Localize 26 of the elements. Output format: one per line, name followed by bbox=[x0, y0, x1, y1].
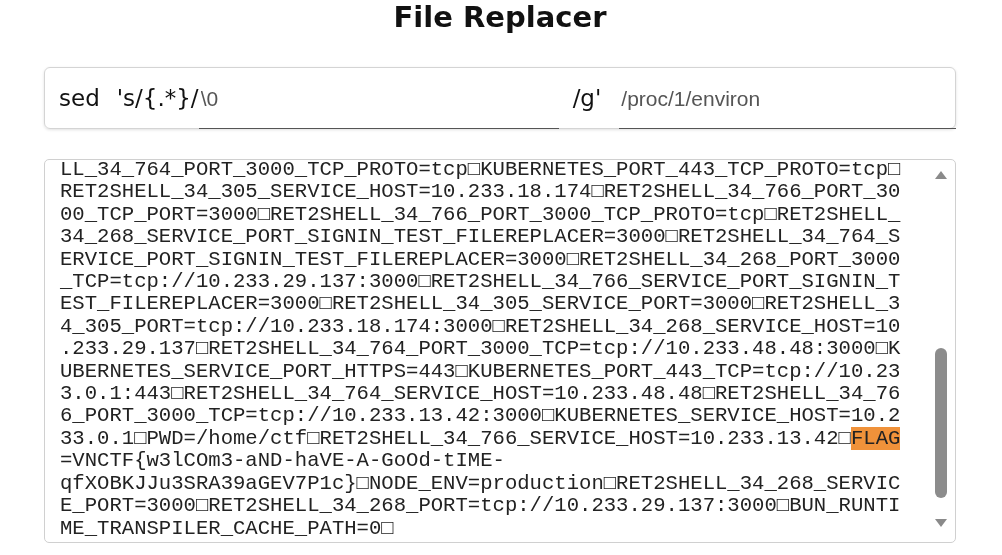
output-text: =VNCTF{w3lCOm3-aND-haVE-A-GoOd-tIME- bbox=[60, 449, 505, 473]
output-text: 34_268_SERVICE_PORT_SIGNIN_TEST_FILEREPLACER=3000□RET2SHELL_34_764_S bbox=[60, 225, 901, 249]
output-text: 00_TCP_PORT=3000□RET2SHELL_34_766_PORT_3000_TCP_PROTO=tcp□RET2SHELL_ bbox=[60, 202, 901, 226]
output-text: 3.0.1:443□RET2SHELL_34_764_SERVICE_HOST=10.233.48.48□RET2SHELL_34_76 bbox=[60, 382, 901, 406]
output-text: EST_FILEREPLACER=3000□RET2SHELL_34_305_SERVICE_PORT=3000□RET2SHELL_3 bbox=[60, 292, 901, 316]
output-text: UBERNETES_SERVICE_PORT_HTTPS=443□KUBERNETES_PORT_443_TCP=tcp://10.23 bbox=[60, 359, 901, 383]
output-text: ME_TRANSPILER_CACHE_PATH=0□ bbox=[60, 516, 394, 540]
pattern-start: 's/{.*}/ bbox=[116, 85, 199, 111]
output-text: 4_305_PORT=tcp://10.233.18.174:3000□RET2SHELL_34_268_SERVICE_HOST=10 bbox=[60, 314, 901, 338]
scroll-down-icon[interactable] bbox=[934, 518, 948, 528]
output-text: LL_34_764_PORT_3000_TCP_PROTO=tcp□KUBERNETES_PORT_443_TCP_PROTO=tcp□ bbox=[60, 160, 901, 181]
pattern-end: /g' bbox=[572, 85, 602, 111]
output-text: E_PORT=3000□RET2SHELL_34_268_PORT=tcp://10.233.29.137:3000□BUN_RUNTI bbox=[60, 494, 901, 518]
scroll-up-icon[interactable] bbox=[934, 170, 948, 180]
output-text: RET2SHELL_34_305_SERVICE_HOST=10.233.18.174□RET2SHELL_34_766_PORT_30 bbox=[60, 180, 901, 204]
output-text: qfXOBKJJu3SRA39aGEV7P1c}□NODE_ENV=production□RET2SHELL_34_268_SERVIC bbox=[60, 471, 901, 495]
replacement-field[interactable]: \0 bbox=[198, 69, 559, 129]
output-text: ERVICE_PORT_SIGNIN_TEST_FILEREPLACER=3000□RET2SHELL_34_268_PORT_3000 bbox=[60, 247, 901, 271]
output-text: _TCP=tcp://10.233.29.137:3000□RET2SHELL_34_766_SERVICE_PORT_SIGNIN_T bbox=[60, 270, 901, 294]
page-title: File Replacer bbox=[392, 0, 608, 36]
file-path-field[interactable]: /proc/1/environ bbox=[619, 69, 956, 129]
command-prefix: sed bbox=[59, 85, 100, 111]
scrollbar-thumb[interactable] bbox=[935, 348, 947, 498]
output-text: 6_PORT_3000_TCP=tcp://10.233.13.42:3000□KUBERNETES_SERVICE_HOST=10.2 bbox=[60, 404, 901, 428]
output-text: .233.29.137□RET2SHELL_34_764_PORT_3000_TCP=tcp://10.233.48.48:3000□K bbox=[60, 337, 901, 361]
output-text: 33.0.1□PWD=/home/ctf□RET2SHELL_34_766_SERVICE_HOST=10.233.13.42□ bbox=[60, 426, 851, 450]
